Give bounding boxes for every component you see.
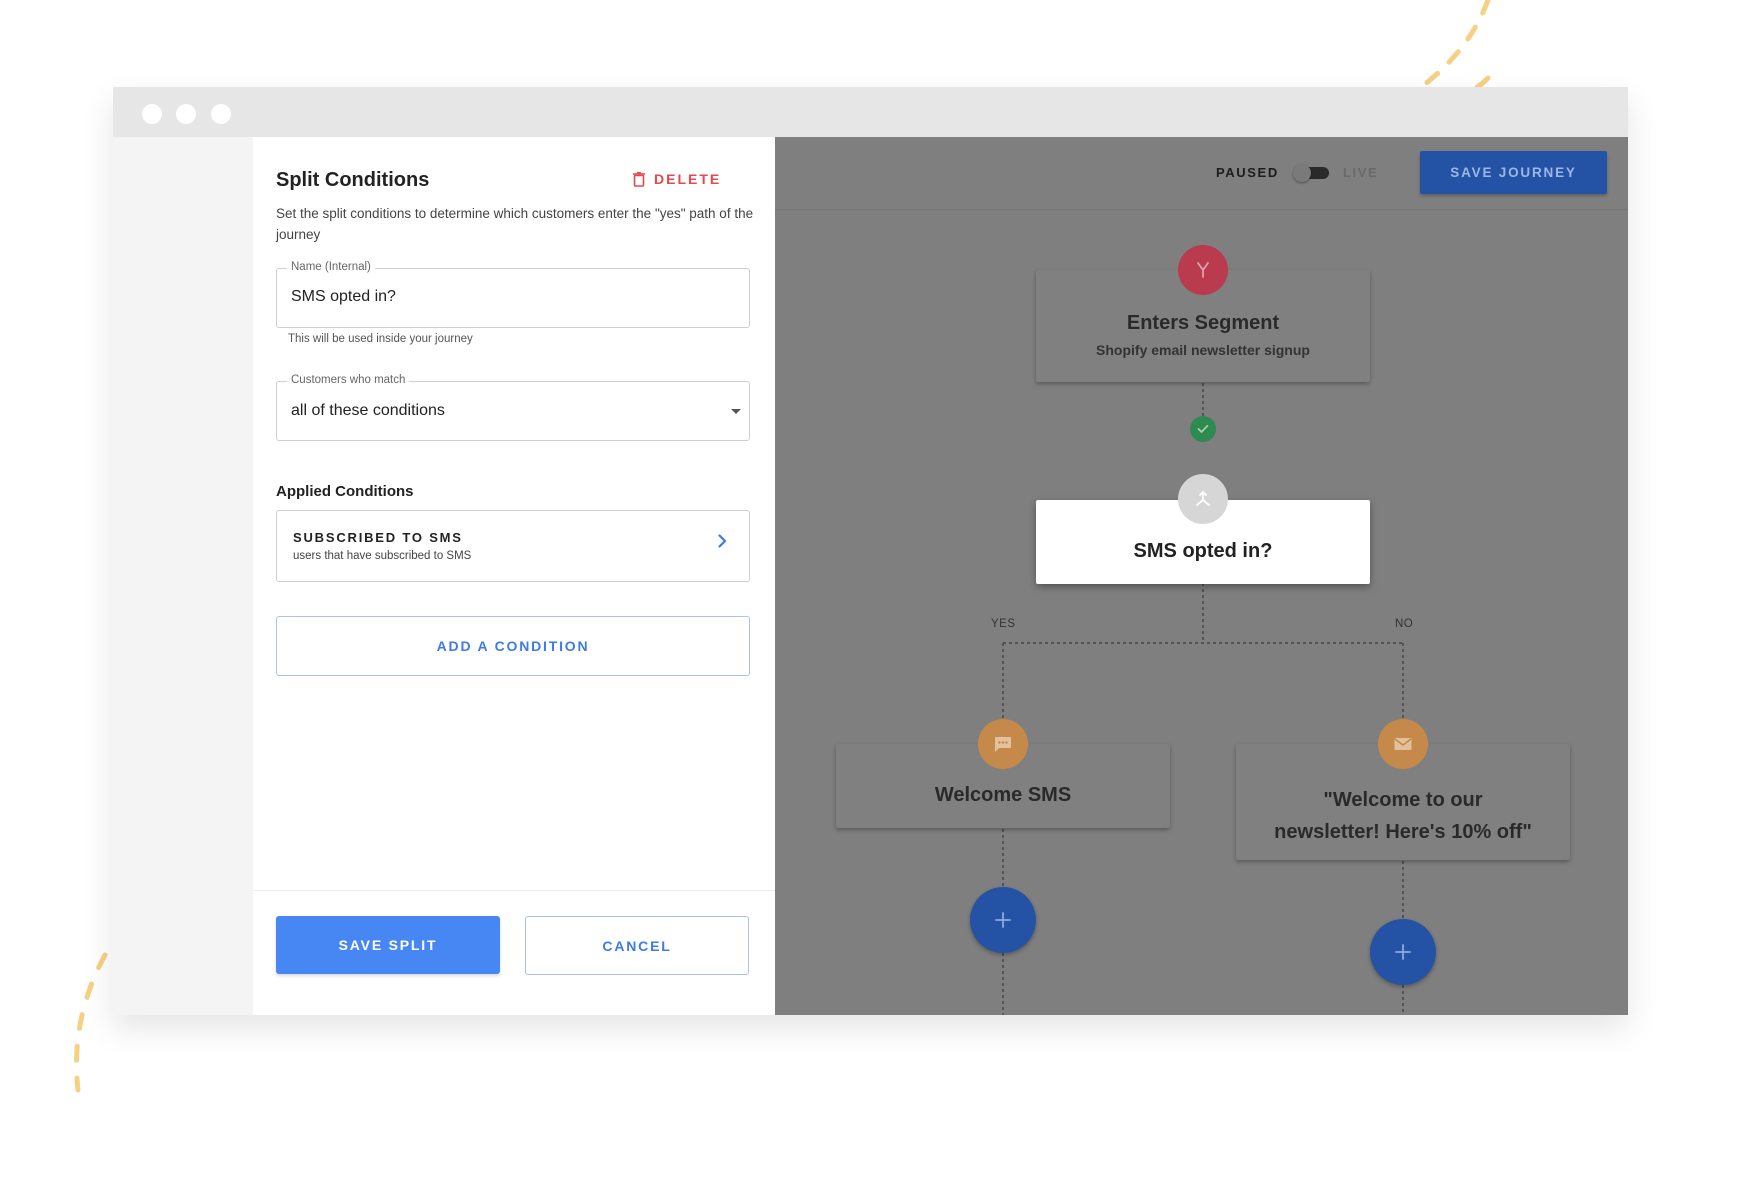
customers-match-select[interactable]: Customers who match all of these conditi… [276, 374, 750, 441]
name-field-helper: This will be used inside your journey [288, 333, 473, 345]
name-field-value: SMS opted in? [291, 288, 396, 305]
applied-conditions-title: Applied Conditions [276, 483, 414, 500]
caret-down-icon [731, 409, 741, 414]
check-icon [1190, 416, 1216, 442]
welcome-email-title: "Welcome to our newsletter! Here's 10% o… [1274, 789, 1532, 843]
condition-title: SUBSCRIBED TO SMS [293, 530, 463, 545]
add-condition-button[interactable]: ADD A CONDITION [276, 616, 750, 676]
yes-branch-label: YES [991, 618, 1016, 630]
match-field-label: Customers who match [287, 374, 410, 386]
cancel-button[interactable]: CANCEL [525, 916, 749, 975]
no-branch-label: NO [1395, 618, 1414, 630]
condition-card-subscribed-sms[interactable]: SUBSCRIBED TO SMS users that have subscr… [276, 510, 750, 582]
trigger-node-subtitle: Shopify email newsletter signup [1096, 342, 1310, 358]
name-field[interactable]: Name (Internal) SMS opted in? [276, 261, 750, 328]
window-dot-close[interactable] [142, 104, 162, 124]
journey-canvas[interactable]: PAUSED LIVE SAVE JOURNEY Enters Segment … [775, 137, 1628, 1015]
window-dot-minimize[interactable] [176, 104, 196, 124]
chevron-right-icon [718, 534, 727, 548]
plus-icon [1395, 944, 1411, 960]
envelope-icon [1378, 719, 1428, 769]
trash-icon [633, 171, 645, 187]
name-field-label: Name (Internal) [287, 261, 375, 273]
split-node-title: SMS opted in? [1133, 540, 1273, 562]
add-step-yes-button[interactable] [970, 887, 1036, 953]
panel-footer: SAVE SPLIT CANCEL [253, 890, 775, 1015]
condition-subtitle: users that have subscribed to SMS [293, 550, 472, 562]
chat-bubble-icon [978, 719, 1028, 769]
split-arrows-icon [1178, 474, 1228, 524]
delete-label: DELETE [654, 171, 722, 187]
delete-button[interactable]: DELETE [633, 171, 721, 187]
match-field-value: all of these conditions [291, 402, 445, 419]
window-dot-maximize[interactable] [211, 104, 231, 124]
panel-description: Set the split conditions to determine wh… [276, 206, 754, 242]
save-split-button[interactable]: SAVE SPLIT [276, 916, 500, 974]
trigger-node-title: Enters Segment [1126, 312, 1280, 334]
app-window: Split Conditions DELETE Set the split co… [113, 87, 1628, 1015]
segment-split-icon [1178, 245, 1228, 295]
left-gutter [113, 137, 253, 1015]
panel-title: Split Conditions [276, 169, 430, 191]
add-step-no-button[interactable] [1370, 919, 1436, 985]
welcome-sms-title: Welcome SMS [934, 784, 1072, 806]
window-titlebar [113, 87, 1628, 137]
plus-icon [995, 912, 1011, 928]
split-conditions-panel: Split Conditions DELETE Set the split co… [253, 137, 775, 1015]
